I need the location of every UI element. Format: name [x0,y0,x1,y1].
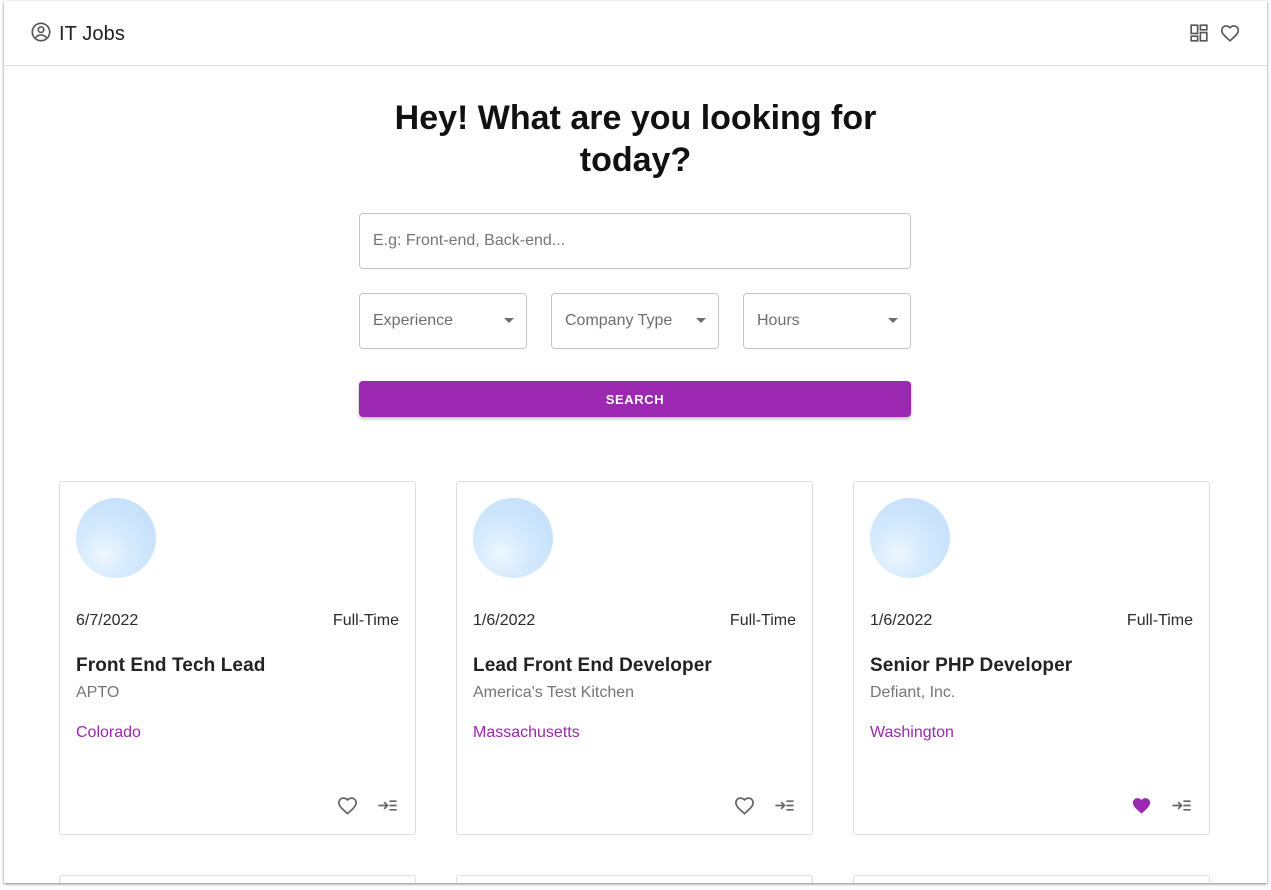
dashboard-icon[interactable] [1187,21,1210,44]
job-card[interactable]: 6/7/2022 Full-Time Front End Tech Lead A… [59,481,416,835]
favorite-filled-icon[interactable] [1130,794,1153,817]
company-type-select-label: Company Type [565,312,673,329]
job-company: APTO [76,684,120,701]
page-title-line-1: Hey! What are you looking for [394,99,877,137]
job-card[interactable]: 1/6/2022 Full-Time Lead Front End Develo… [456,481,813,835]
card-actions [336,794,399,817]
job-date: 1/6/2022 [870,612,933,629]
brand[interactable]: IT Jobs [30,21,125,48]
favorite-outline-icon[interactable] [336,794,359,817]
search-button[interactable]: SEARCH [359,381,911,417]
job-card-next-row[interactable] [59,875,416,883]
job-card[interactable]: 1/6/2022 Full-Time Senior PHP Developer … [853,481,1210,835]
page-title: Hey! What are you looking for today? [4,97,1267,181]
job-card-next-row[interactable] [456,875,813,883]
app-bar: IT Jobs [4,1,1267,66]
job-type: Full-Time [1126,612,1193,629]
app-bar-actions [1187,21,1241,44]
card-actions [1130,794,1193,817]
job-date: 6/7/2022 [76,612,139,629]
favorites-heart-icon[interactable] [1218,21,1241,44]
job-type: Full-Time [729,612,796,629]
job-date: 1/6/2022 [473,612,536,629]
search-input[interactable] [359,213,911,269]
job-location: Colorado [76,724,141,741]
card-actions [733,794,796,817]
company-type-select[interactable]: Company Type [551,293,719,349]
job-company: America's Test Kitchen [473,684,635,701]
job-title: Front End Tech Lead [76,655,266,676]
hours-select-label: Hours [757,312,800,329]
job-location: Washington [870,724,954,741]
company-logo [870,498,950,578]
open-details-icon[interactable] [773,794,796,817]
job-type: Full-Time [332,612,399,629]
caret-down-icon [504,318,514,323]
experience-select-label: Experience [373,312,454,329]
page-title-line-2: today? [579,141,692,179]
experience-select[interactable]: Experience [359,293,527,349]
job-location: Massachusetts [473,724,580,741]
caret-down-icon [696,318,706,323]
job-title: Senior PHP Developer [870,655,1073,676]
favorite-outline-icon[interactable] [733,794,756,817]
app-window: IT Jobs Hey! What are you looking for to… [4,1,1267,883]
job-company: Defiant, Inc. [870,684,956,701]
job-title: Lead Front End Developer [473,655,712,676]
hours-select[interactable]: Hours [743,293,911,349]
company-logo [473,498,553,578]
account-circle-icon [30,21,52,48]
open-details-icon[interactable] [1170,794,1193,817]
app-title: IT Jobs [59,23,125,45]
caret-down-icon [888,318,898,323]
open-details-icon[interactable] [376,794,399,817]
company-logo [76,498,156,578]
job-card-next-row[interactable] [853,875,1210,883]
